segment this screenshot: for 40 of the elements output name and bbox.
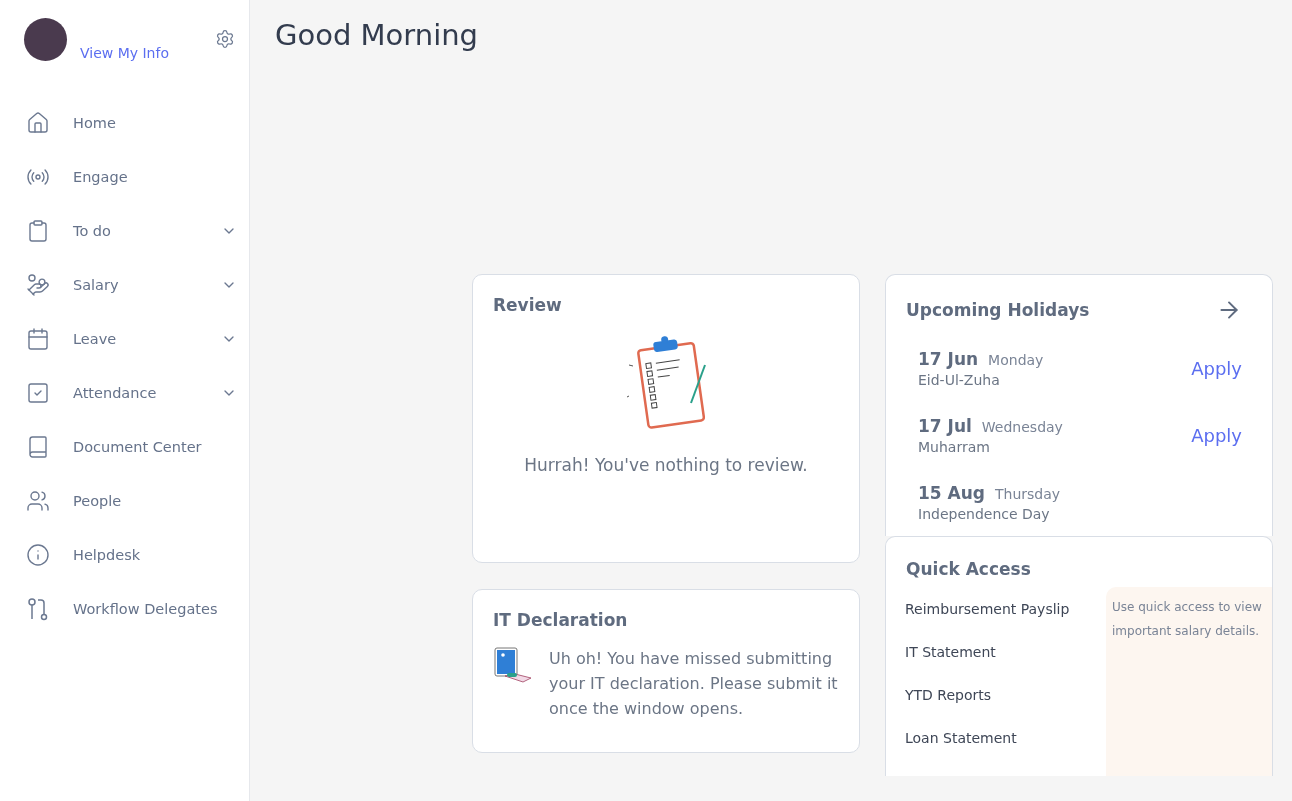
sidebar-item[interactable]: To do — [0, 204, 249, 258]
quick-access-link[interactable]: IT Statement — [905, 644, 1106, 687]
sidebar-item[interactable]: Leave — [0, 312, 249, 366]
greeting-heading: Good Morning — [275, 18, 479, 52]
apply-link[interactable]: Apply — [1191, 425, 1242, 446]
holiday-name: Eid-Ul-Zuha — [918, 372, 1001, 388]
avatar[interactable] — [24, 18, 67, 61]
holiday-day: Monday — [988, 352, 1044, 368]
sidebar-item[interactable]: Home — [0, 96, 249, 150]
hint-text: Use quick access to view important salary details. — [1112, 599, 1263, 640]
card-title: Upcoming Holidays — [906, 300, 1090, 320]
sidebar-item[interactable]: People — [0, 474, 249, 528]
holiday-name: Independence Day — [918, 506, 1051, 522]
view-info-link[interactable]: View My Info — [80, 45, 169, 61]
sidebar-item[interactable]: Workflow Delegates — [0, 582, 249, 636]
holiday-date: 17 Jul — [918, 416, 972, 436]
card-title: IT Declaration — [493, 610, 629, 630]
settings-icon[interactable] — [215, 29, 235, 49]
sidebar-item[interactable]: Salary — [0, 258, 249, 312]
holiday-date: 17 Jun — [918, 349, 979, 369]
document-drawing — [493, 646, 533, 686]
sidebar-item[interactable]: Helpdesk — [0, 528, 249, 582]
nav-icon — [26, 543, 52, 567]
holiday-date: 15 Aug — [918, 483, 985, 503]
holiday-day: Thursday — [995, 486, 1061, 502]
holiday-name: Muharram — [918, 439, 991, 455]
nav-icon — [26, 489, 52, 513]
it-declaration-message: Uh oh! You have missed submitting your IT declaration. Please submit it once the window opens. — [549, 648, 839, 720]
nav-icon — [26, 273, 52, 297]
holiday-day: Wednesday — [981, 419, 1063, 435]
sidebar-item[interactable]: Engage — [0, 150, 249, 204]
sidebar-item[interactable]: Document Center — [0, 420, 249, 474]
review-message: Hurrah! You've nothing to review. — [523, 455, 809, 475]
apply-link[interactable]: Apply — [1191, 358, 1242, 379]
card-title: Review — [493, 295, 563, 315]
quick-access-link[interactable]: Loan Statement — [905, 730, 1106, 773]
quick-access-link[interactable]: Reimbursement Payslip — [905, 601, 1106, 644]
card-title: Quick Access — [905, 558, 1032, 579]
sidebar-item[interactable]: Attendance — [0, 366, 249, 420]
quick-access-link[interactable]: YTD Reports — [905, 687, 1106, 730]
